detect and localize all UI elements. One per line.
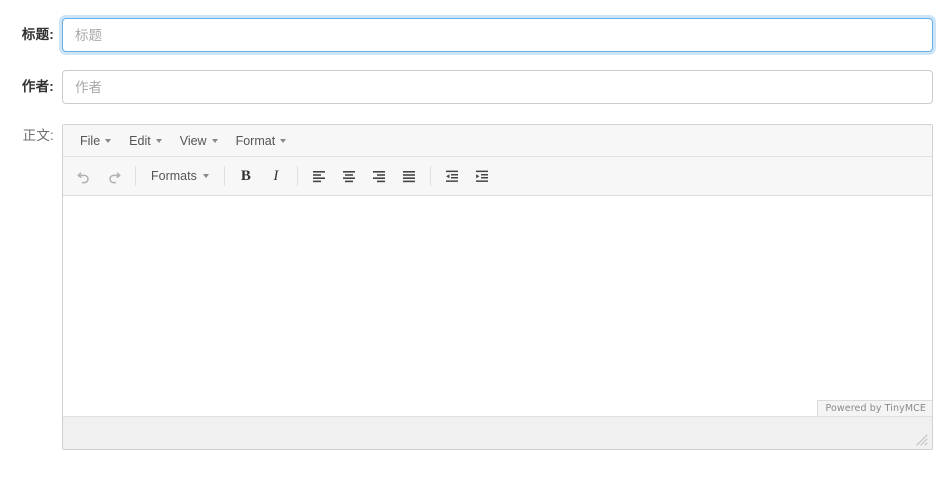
outdent-button[interactable] <box>437 163 467 189</box>
toolbar-separator <box>296 166 298 186</box>
indent-icon <box>475 170 488 182</box>
outdent-icon <box>445 170 458 182</box>
toolbar-group-history <box>69 163 129 189</box>
editor-menubar: File Edit View Format <box>63 125 932 157</box>
redo-button[interactable] <box>99 163 129 189</box>
align-left-icon <box>312 171 325 183</box>
toolbar-separator <box>223 166 225 186</box>
undo-icon <box>77 172 89 184</box>
menu-item-edit[interactable]: Edit <box>120 131 171 151</box>
toolbar-group-indent <box>437 163 497 189</box>
menu-item-edit-label: Edit <box>129 133 151 148</box>
editor-statusbar <box>63 416 932 449</box>
bold-button[interactable]: B <box>231 163 261 189</box>
author-label: 作者: <box>21 79 54 94</box>
menu-item-view-label: View <box>179 133 207 148</box>
author-form-row: 作者: <box>0 70 950 104</box>
indent-button[interactable] <box>467 163 497 189</box>
chevron-down-icon <box>280 138 287 143</box>
body-label: 正文: <box>22 128 54 143</box>
toolbar-separator <box>135 166 136 186</box>
align-center-icon <box>342 171 355 183</box>
title-input[interactable] <box>62 18 933 52</box>
menu-item-format[interactable]: Format <box>227 131 296 151</box>
align-justify-button[interactable] <box>394 163 424 189</box>
tinymce-branding-badge[interactable]: Powered by TinyMCE <box>817 400 932 416</box>
editor-toolbar: Formats B I <box>63 157 932 196</box>
align-left-button[interactable] <box>304 163 334 189</box>
formats-label: Formats <box>151 169 197 183</box>
chevron-down-icon <box>155 138 162 143</box>
tinymce-editor: File Edit View Format Formats B I Powere… <box>62 124 933 450</box>
formats-dropdown-button[interactable]: Formats <box>142 163 218 189</box>
editor-content-area[interactable]: Powered by TinyMCE <box>63 196 932 416</box>
menu-item-view[interactable]: View <box>171 131 227 151</box>
undo-button[interactable] <box>69 163 99 189</box>
align-center-button[interactable] <box>334 163 364 189</box>
align-right-button[interactable] <box>364 163 394 189</box>
redo-icon <box>109 172 121 184</box>
chevron-down-icon <box>211 138 218 143</box>
menu-item-format-label: Format <box>235 133 276 148</box>
title-label: 标题: <box>21 27 54 42</box>
chevron-down-icon <box>202 174 209 178</box>
toolbar-group-style: B I <box>231 163 291 189</box>
italic-button[interactable]: I <box>261 163 291 189</box>
title-form-row: 标题: <box>0 18 950 52</box>
menu-item-file-label: File <box>80 133 101 148</box>
align-justify-icon <box>402 171 415 183</box>
align-right-icon <box>372 171 385 183</box>
chevron-down-icon <box>105 138 112 143</box>
menu-item-file[interactable]: File <box>71 131 120 151</box>
toolbar-group-align <box>304 163 424 189</box>
page-root: 标题: 作者: 正文: File Edit View <box>0 0 950 501</box>
toolbar-separator <box>429 166 431 186</box>
resize-grip-icon[interactable] <box>915 433 928 446</box>
toolbar-group-formats: Formats <box>142 163 218 189</box>
author-input[interactable] <box>62 70 933 104</box>
body-form-row: 正文: File Edit View Format Formats B I Po… <box>0 124 950 450</box>
